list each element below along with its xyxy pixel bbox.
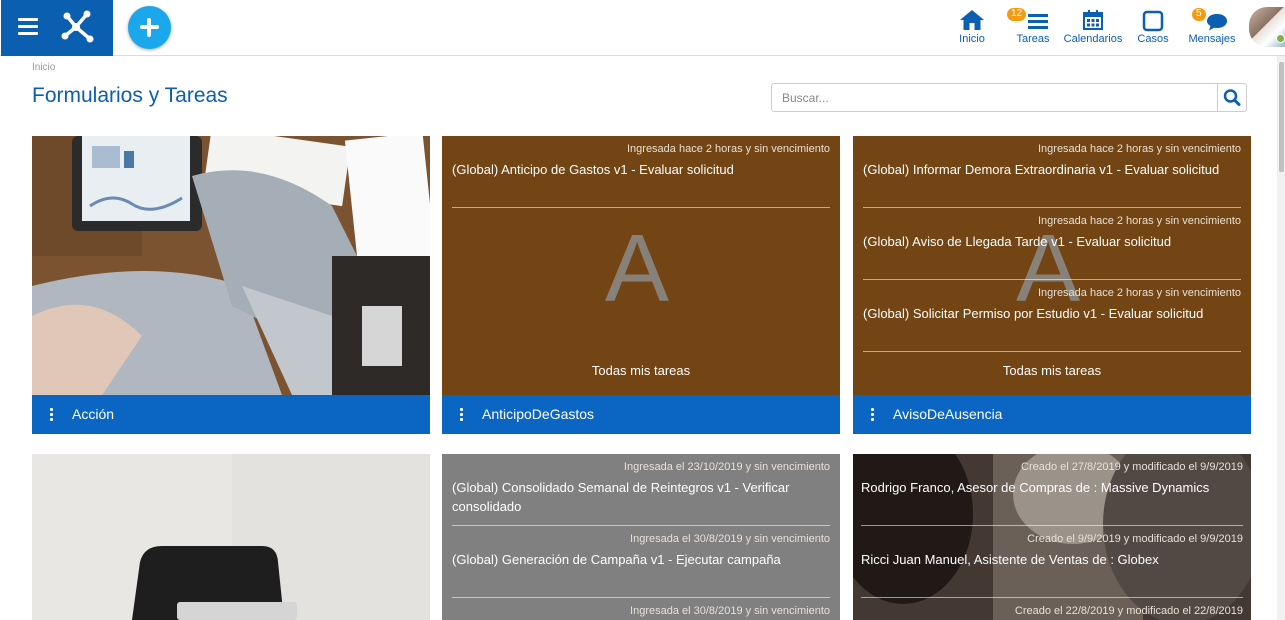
- task-meta: Ingresada el 23/10/2019 y sin vencimient…: [623, 461, 830, 473]
- contact-name[interactable]: Ricci Juan Manuel, Asistente de Ventas d…: [861, 550, 1243, 569]
- contact-name[interactable]: Rodrigo Franco, Asesor de Compras de : M…: [861, 478, 1243, 497]
- task-meta: Ingresada hace 2 horas y sin vencimiento: [1037, 215, 1241, 227]
- tareas-badge: 12: [1007, 8, 1027, 21]
- task-name[interactable]: (Global) Solicitar Permiso por Estudio v…: [863, 304, 1241, 323]
- home-icon: [960, 10, 984, 30]
- kebab-menu-icon[interactable]: [460, 408, 464, 422]
- task-item[interactable]: Ingresada el 30/8/2019 y sin vencimiento…: [452, 533, 830, 599]
- kebab-menu-icon[interactable]: [50, 408, 54, 422]
- task-item[interactable]: Ingresada el 30/8/2019 y sin vencimiento: [452, 605, 830, 620]
- nav-calendarios-label: Calendarios: [1063, 33, 1123, 45]
- task-meta: Ingresada hace 2 horas y sin vencimiento: [1037, 287, 1241, 299]
- all-tasks-link[interactable]: Todas mis tareas: [442, 363, 840, 378]
- card-footer[interactable]: Acción: [32, 395, 430, 434]
- divider: [863, 279, 1241, 280]
- nav-inicio[interactable]: Inicio: [955, 6, 989, 50]
- nav-tareas-label: Tareas: [1016, 33, 1050, 45]
- divider: [863, 207, 1241, 208]
- search-button[interactable]: [1217, 83, 1247, 112]
- contact-item[interactable]: Creado el 27/8/2019 y modificado el 9/9/…: [861, 461, 1243, 527]
- breadcrumb[interactable]: Inicio: [32, 62, 55, 73]
- cases-icon: [1142, 10, 1164, 32]
- top-bar: Inicio 12 Tareas Calendarios Casos 5 Men…: [0, 0, 1285, 56]
- nav-calendarios[interactable]: Calendarios: [1063, 6, 1123, 50]
- task-meta: Ingresada el 30/8/2019 y sin vencimiento: [630, 605, 830, 617]
- card-title: AvisoDeAusencia: [893, 406, 1003, 422]
- mensajes-badge: 5: [1192, 8, 1206, 21]
- task-name[interactable]: (Global) Informar Demora Extraordinaria …: [863, 160, 1241, 179]
- nav-mensajes-label: Mensajes: [1188, 33, 1236, 45]
- card-title: Acción: [72, 406, 115, 422]
- card-footer[interactable]: AnticipoDeGastos: [442, 395, 840, 434]
- task-item[interactable]: Ingresada hace 2 horas y sin vencimiento…: [452, 143, 830, 209]
- contact-item[interactable]: Creado el 22/8/2019 y modificado el 22/8…: [861, 605, 1243, 620]
- calendar-icon: [1083, 10, 1103, 30]
- card-accion[interactable]: Acción: [32, 136, 430, 434]
- divider: [861, 525, 1243, 526]
- divider: [452, 207, 830, 208]
- task-name[interactable]: (Global) Generación de Campaña v1 - Ejec…: [452, 550, 830, 569]
- page-title: Formularios y Tareas: [32, 84, 228, 107]
- nav-mensajes[interactable]: 5 Mensajes: [1186, 6, 1238, 50]
- messages-icon: [1207, 14, 1227, 31]
- card-aviso-de-ausencia: A Ingresada hace 2 horas y sin vencimien…: [853, 136, 1251, 434]
- nav-casos-label: Casos: [1137, 33, 1169, 45]
- divider: [452, 597, 830, 598]
- divider: [863, 351, 1241, 352]
- desk-photo: [32, 136, 430, 395]
- kebab-menu-icon[interactable]: [871, 408, 875, 422]
- search-input[interactable]: [771, 83, 1218, 112]
- brand-area: [1, 0, 113, 56]
- card-anticipo-de-gastos: A Ingresada hace 2 horas y sin vencimien…: [442, 136, 840, 434]
- task-item[interactable]: Ingresada hace 2 horas y sin vencimiento…: [863, 143, 1241, 209]
- contact-meta: Creado el 22/8/2019 y modificado el 22/8…: [1014, 605, 1243, 617]
- card-letter: A: [605, 215, 670, 322]
- task-meta: Ingresada el 30/8/2019 y sin vencimiento: [630, 533, 830, 545]
- nav-tareas[interactable]: 12 Tareas: [1007, 6, 1056, 50]
- tasks-icon: [1028, 14, 1048, 29]
- contact-meta: Creado el 27/8/2019 y modificado el 9/9/…: [1021, 461, 1243, 473]
- contact-item[interactable]: Creado el 9/9/2019 y modificado el 9/9/2…: [861, 533, 1243, 599]
- search-icon: [1223, 89, 1241, 106]
- menu-icon[interactable]: [18, 18, 38, 36]
- task-name[interactable]: (Global) Anticipo de Gastos v1 - Evaluar…: [452, 160, 830, 179]
- card-footer[interactable]: AvisoDeAusencia: [853, 395, 1251, 434]
- add-button[interactable]: [128, 6, 171, 49]
- all-tasks-link[interactable]: Todas mis tareas: [853, 363, 1251, 378]
- task-name[interactable]: (Global) Consolidado Semanal de Reintegr…: [452, 478, 830, 516]
- task-meta: Ingresada hace 2 horas y sin vencimiento: [1037, 143, 1241, 155]
- logo-icon[interactable]: [59, 10, 95, 44]
- task-item[interactable]: Ingresada hace 2 horas y sin vencimiento…: [863, 215, 1241, 281]
- divider: [452, 525, 830, 526]
- nav-casos[interactable]: Casos: [1134, 6, 1172, 50]
- card-contactos: Creado el 27/8/2019 y modificado el 9/9/…: [853, 454, 1251, 620]
- task-item[interactable]: Ingresada hace 2 horas y sin vencimiento…: [863, 287, 1241, 353]
- online-status-icon: [1276, 34, 1285, 43]
- card-office-photo[interactable]: [32, 454, 430, 620]
- card-title: AnticipoDeGastos: [482, 406, 595, 422]
- scrollbar-thumb[interactable]: [1279, 62, 1284, 172]
- task-meta: Ingresada hace 2 horas y sin vencimiento: [626, 143, 830, 155]
- task-item[interactable]: Ingresada el 23/10/2019 y sin vencimient…: [452, 461, 830, 527]
- nav-inicio-label: Inicio: [959, 33, 985, 45]
- contact-meta: Creado el 9/9/2019 y modificado el 9/9/2…: [1027, 533, 1243, 545]
- office-photo: [32, 454, 430, 620]
- task-name[interactable]: (Global) Aviso de Llegada Tarde v1 - Eva…: [863, 232, 1241, 251]
- divider: [861, 597, 1243, 598]
- card-consolidado: Ingresada el 23/10/2019 y sin vencimient…: [442, 454, 840, 620]
